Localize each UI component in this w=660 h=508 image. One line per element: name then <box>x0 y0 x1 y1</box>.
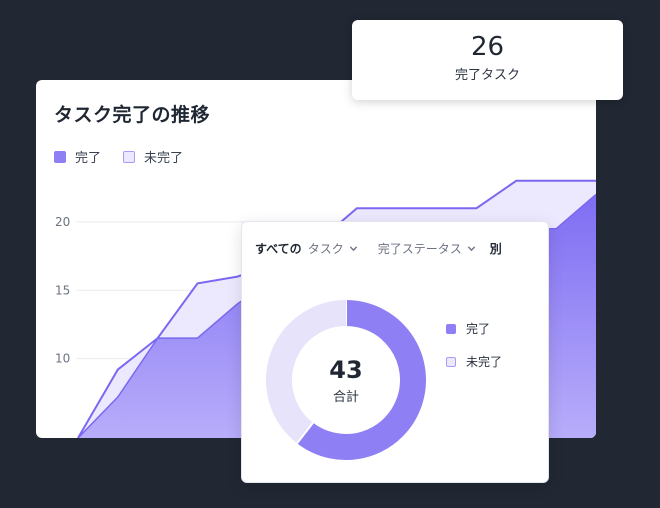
donut-chart-card: すべての タスク 完了ステータス 別 43 合計 完了 未完了 <box>241 221 549 483</box>
donut-legend-label-completed: 完了 <box>466 322 491 336</box>
chart-title: タスク完了の推移 <box>54 104 211 126</box>
stat-value: 26 <box>470 32 505 62</box>
donut-filter-bar: すべての タスク 完了ステータス 別 <box>255 240 502 257</box>
legend-swatch-completed <box>54 150 66 163</box>
legend-swatch-incomplete <box>123 150 136 163</box>
donut-legend-swatch-completed <box>446 323 456 334</box>
donut-legend-item-completed[interactable]: 完了 <box>446 320 502 337</box>
legend-item-incomplete[interactable]: 未完了 <box>123 147 183 166</box>
chevron-down-icon <box>349 246 357 252</box>
legend-label-incomplete: 未完了 <box>144 151 184 166</box>
task-filter-label: タスク <box>307 242 344 256</box>
filter-suffix: 別 <box>489 242 502 256</box>
task-filter-dropdown[interactable]: タスク <box>308 240 358 257</box>
completed-tasks-stat-card: 26 完了タスク <box>352 20 623 100</box>
status-filter-dropdown[interactable]: 完了ステータス <box>378 240 476 257</box>
donut-legend: 完了 未完了 <box>446 320 502 386</box>
y-tick-label: 10 <box>55 352 70 366</box>
donut-legend-label-incomplete: 未完了 <box>466 355 503 369</box>
legend-item-completed[interactable]: 完了 <box>54 147 101 166</box>
donut-center: 43 合計 <box>264 356 428 405</box>
status-filter-label: 完了ステータス <box>377 242 462 256</box>
donut-legend-item-incomplete[interactable]: 未完了 <box>446 353 502 370</box>
chevron-down-icon <box>467 246 475 252</box>
donut-legend-swatch-incomplete <box>446 356 456 367</box>
donut-total-value: 43 <box>329 356 363 384</box>
stat-label: 完了タスク <box>454 68 520 83</box>
legend-label-completed: 完了 <box>75 151 102 166</box>
chart-legend: 完了 未完了 <box>54 147 183 166</box>
y-tick-label: 20 <box>55 215 70 229</box>
y-tick-label: 15 <box>55 283 70 297</box>
dashboard: 20 15 10 タスク完了の推移 完了 未完了 26 完了タスク すべての タスク… <box>0 0 660 508</box>
filter-prefix: すべての <box>255 242 302 256</box>
donut-total-label: 合計 <box>332 390 359 405</box>
